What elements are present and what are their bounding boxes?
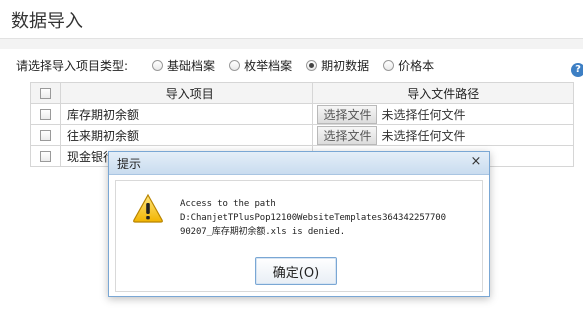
file-status: 未选择任何文件 <box>381 128 466 143</box>
content-band <box>0 39 583 49</box>
radio-button-checked[interactable] <box>306 59 318 71</box>
radio-label: 价格本 <box>398 58 435 73</box>
table-header-row: 导入项目 导入文件路径 <box>30 82 574 104</box>
radio-button[interactable] <box>229 59 241 71</box>
radio-basic-archive[interactable]: 基础档案 <box>152 57 215 74</box>
column-header-item: 导入项目 <box>59 82 314 104</box>
row-checkbox[interactable] <box>39 151 51 162</box>
radio-opening-data[interactable]: 期初数据 <box>306 57 369 74</box>
row-check-cell <box>30 145 61 167</box>
dialog-header: 提示 × <box>109 152 489 175</box>
radio-button[interactable] <box>383 59 395 71</box>
help-icon[interactable]: ? <box>571 63 583 77</box>
error-message: Access to the path D:ChanjetTPlusPop1210… <box>180 199 446 237</box>
row-item-name: 库存期初余额 <box>59 103 314 125</box>
radio-enum-archive[interactable]: 枚举档案 <box>229 57 292 74</box>
column-header-path: 导入文件路径 <box>312 82 574 104</box>
ok-button[interactable]: 确定(O) <box>255 257 337 285</box>
row-checkbox[interactable] <box>39 130 51 141</box>
choose-file-button[interactable]: 选择文件 <box>317 104 378 124</box>
row-item-name: 往来期初余额 <box>59 124 314 146</box>
import-type-selector: 请选择导入项目类型: 基础档案 枚举档案 期初数据 价格本 <box>16 56 448 74</box>
file-status: 未选择任何文件 <box>381 107 466 122</box>
radio-label: 期初数据 <box>321 58 370 73</box>
import-type-label: 请选择导入项目类型: <box>16 58 129 73</box>
close-icon[interactable]: × <box>468 153 484 171</box>
radio-label: 基础档案 <box>167 58 216 73</box>
radio-price-book[interactable]: 价格本 <box>383 57 434 74</box>
radio-label: 枚举档案 <box>244 58 293 73</box>
title-bar: 数据导入 <box>0 0 583 39</box>
row-check-cell <box>30 124 61 146</box>
error-dialog: 提示 × Access to the path D:ChanjetTPlusPo… <box>108 151 490 297</box>
table-row: 库存期初余额 选择文件 未选择任何文件 <box>30 103 574 125</box>
select-all-checkbox[interactable] <box>39 88 51 99</box>
row-checkbox[interactable] <box>39 109 51 120</box>
page-title: 数据导入 <box>11 11 83 32</box>
row-path-cell: 选择文件 未选择任何文件 <box>312 103 574 125</box>
row-path-cell: 选择文件 未选择任何文件 <box>312 124 574 146</box>
radio-button[interactable] <box>152 59 164 71</box>
row-check-cell <box>30 103 61 125</box>
choose-file-button[interactable]: 选择文件 <box>317 125 378 145</box>
select-all-cell <box>30 82 61 104</box>
dialog-title: 提示 <box>117 157 142 171</box>
warning-icon <box>133 193 163 223</box>
table-row: 往来期初余额 选择文件 未选择任何文件 <box>30 124 574 146</box>
dialog-body: Access to the path D:ChanjetTPlusPop1210… <box>115 180 483 292</box>
